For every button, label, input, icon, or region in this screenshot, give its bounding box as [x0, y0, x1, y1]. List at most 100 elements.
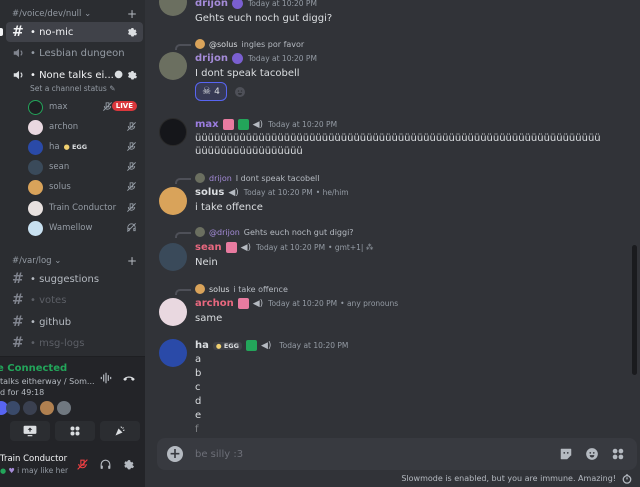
activities-button[interactable] — [55, 421, 95, 441]
avatar[interactable] — [159, 52, 187, 80]
voice-user-name: ha — [49, 142, 60, 152]
voice-user-wamellow[interactable]: Wamellow — [28, 219, 143, 237]
set-channel-status[interactable]: Set a channel status ✎ — [30, 84, 115, 93]
egg-badge: ● EGG — [212, 341, 242, 350]
reply-preview[interactable]: drijon I dont speak tacobell — [195, 173, 319, 183]
mic-muted-icon[interactable] — [76, 458, 89, 471]
message-input[interactable] — [195, 438, 525, 470]
message-content: a b c d e f — [195, 353, 620, 437]
voice-user-train-conductor[interactable]: Train Conductor — [28, 199, 143, 217]
avatar[interactable] — [159, 118, 187, 146]
reply-connector — [175, 44, 191, 50]
voice-user-solus[interactable]: solus — [28, 178, 143, 196]
gear-icon[interactable] — [125, 69, 137, 81]
voice-user-avatars — [0, 401, 80, 417]
skull-icon: ☠ — [202, 86, 212, 97]
message-username[interactable]: archon — [195, 298, 234, 309]
reaction-count: 4 — [214, 86, 220, 97]
reaction-skull[interactable]: ☠ 4 — [195, 82, 227, 101]
voice-user-name: sean — [49, 162, 70, 172]
hash-icon: # — [12, 314, 24, 330]
share-screen-button[interactable] — [10, 421, 50, 441]
channel-github[interactable]: # • github — [6, 312, 143, 332]
message-timestamp: Today at 10:20 PM — [268, 299, 338, 308]
message-username[interactable]: solus — [195, 187, 224, 198]
chat-bubble-icon[interactable]: ● — [114, 69, 123, 80]
voice-channel-name[interactable]: talks eitherway / Som... — [0, 377, 95, 386]
voice-channel-icon — [13, 48, 23, 58]
mic-muted-icon — [127, 162, 136, 171]
user-settings-icon[interactable] — [121, 458, 134, 471]
message-line: f — [195, 424, 199, 435]
category-voice[interactable]: #/voice/dev/null ⌄ — [12, 9, 91, 19]
message-timestamp: Today at 10:20 PM — [279, 341, 349, 350]
voice-user-name: max — [49, 102, 68, 112]
pronouns: • he/him — [315, 188, 349, 197]
reply-preview[interactable]: @solus ingles por favor — [195, 39, 304, 49]
gear-icon[interactable] — [125, 26, 137, 38]
voice-user-max[interactable]: max LIVE — [28, 98, 143, 116]
message-timestamp: Today at 10:20 PM — [268, 120, 338, 129]
avatar — [195, 39, 205, 49]
sticker-icon[interactable] — [559, 447, 573, 461]
voice-user-archon[interactable]: archon — [28, 118, 143, 136]
avatar[interactable] — [159, 0, 187, 16]
avatar — [23, 401, 37, 415]
scrollbar[interactable] — [632, 245, 637, 375]
channel-msg-logs[interactable]: # • msg-logs — [6, 333, 143, 353]
voice-user-sean[interactable]: sean — [28, 158, 143, 176]
disconnect-icon[interactable] — [122, 371, 136, 385]
avatar[interactable] — [159, 298, 187, 326]
message-username[interactable]: drijon — [195, 0, 228, 9]
message-username[interactable]: sean — [195, 242, 222, 253]
avatar[interactable] — [159, 187, 187, 215]
live-badge: LIVE — [111, 101, 137, 111]
avatar — [6, 401, 20, 415]
soundboard-button[interactable] — [100, 421, 140, 441]
attach-plus-icon[interactable]: + — [167, 446, 183, 462]
reply-preview[interactable]: solus i take offence — [195, 284, 288, 294]
message-line: c — [195, 382, 201, 393]
egg-icon: ● — [63, 143, 70, 151]
avatar — [28, 159, 43, 175]
noise-suppression-icon[interactable] — [98, 371, 114, 385]
add-channel-icon[interactable]: + — [127, 8, 137, 20]
voice-channel-icon — [13, 70, 23, 80]
message-username[interactable]: drijon — [195, 53, 228, 64]
hash-icon: # — [12, 292, 24, 308]
add-reaction-button[interactable] — [232, 84, 248, 100]
apps-icon[interactable] — [611, 447, 625, 461]
reply-preview[interactable]: @drijon Gehts euch noch gut diggi? — [195, 227, 354, 237]
headphones-icon[interactable] — [99, 458, 112, 471]
avatar[interactable] — [159, 243, 187, 271]
current-user-name[interactable]: Train Conductor — [0, 454, 67, 464]
message-line: b — [195, 368, 202, 379]
avatar — [28, 220, 43, 236]
avatar[interactable] — [159, 339, 187, 367]
slowmode-notice: Slowmode is enabled, but you are immune.… — [401, 474, 616, 483]
category-log[interactable]: #/var/log ⌄ — [12, 256, 61, 266]
channel-suggestions[interactable]: # • suggestions — [6, 269, 143, 289]
avatar — [28, 119, 43, 135]
pencil-icon: ✎ — [109, 84, 116, 93]
reply-connector — [175, 289, 191, 295]
role-icon — [245, 340, 257, 351]
role-icon — [231, 53, 243, 64]
message-timestamp: Today at 10:20 PM — [247, 0, 317, 8]
channel-lesbian-dungeon[interactable]: • Lesbian dungeon — [6, 43, 143, 63]
channel-votes[interactable]: # • votes — [6, 290, 143, 310]
channel-none-talks[interactable]: • None talks ei... ● — [6, 65, 143, 85]
voice-user-name: archon — [49, 122, 79, 132]
voice-connection-panel: e Connected talks eitherway / Som... d f… — [0, 356, 145, 448]
voice-user-name: solus — [49, 182, 71, 192]
channel-no-mic[interactable]: # • no-mic — [6, 22, 143, 42]
add-channel-icon[interactable]: + — [127, 255, 137, 267]
message-username[interactable]: max — [195, 119, 219, 130]
voice-user-ha[interactable]: ha ● EGG — [28, 138, 143, 156]
message-username[interactable]: ha — [195, 340, 209, 351]
message-content: I dont speak tacobell — [195, 68, 300, 79]
mic-muted-icon — [103, 102, 112, 111]
emoji-icon[interactable] — [585, 447, 599, 461]
message-composer: + — [157, 438, 637, 470]
mic-muted-icon — [127, 142, 136, 151]
